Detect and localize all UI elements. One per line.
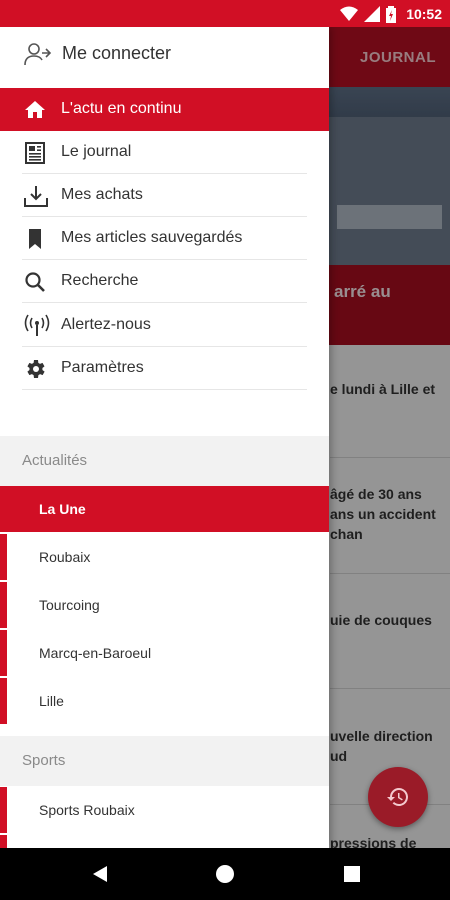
broadcast-icon — [23, 314, 50, 338]
category-item-roubaix[interactable]: Roubaix — [0, 534, 329, 580]
menu-item-mes-achats[interactable]: Mes achats — [0, 174, 329, 217]
category-item-partial[interactable] — [0, 835, 329, 848]
menu-item-label: Mes articles sauvegardés — [61, 229, 243, 246]
menu-item-label: Paramètres — [61, 359, 144, 376]
history-fab[interactable] — [368, 767, 428, 827]
category-label: Sports Roubaix — [39, 802, 135, 818]
system-nav-bar — [0, 848, 450, 900]
category-item-la-une[interactable]: La Une — [0, 486, 329, 532]
recents-button[interactable] — [340, 862, 364, 886]
menu-item-label: Le journal — [61, 143, 132, 160]
category-marker — [0, 582, 7, 628]
gear-icon — [23, 357, 49, 381]
menu-item-articles-sauvegardes[interactable]: Mes articles sauvegardés — [0, 217, 329, 260]
section-header-actualites: Actualités — [0, 436, 329, 486]
category-label: Roubaix — [39, 549, 91, 565]
bookmark-icon — [23, 227, 49, 251]
menu-item-label: Recherche — [61, 272, 139, 289]
home-button[interactable] — [213, 862, 237, 886]
divider — [22, 389, 307, 390]
history-icon — [387, 788, 408, 806]
category-item-marcq-en-baroeul[interactable]: Marcq-en-Baroeul — [0, 630, 329, 676]
user-login-icon — [24, 41, 52, 72]
home-icon — [23, 98, 49, 122]
home-circle-icon — [216, 865, 234, 883]
menu-item-actu-en-continu[interactable]: L'actu en continu — [0, 88, 329, 131]
category-item-sports-roubaix[interactable]: Sports Roubaix — [0, 787, 329, 833]
category-label: La Une — [39, 501, 86, 517]
menu-item-le-journal[interactable]: Le journal — [0, 131, 329, 174]
section-title: Sports — [22, 752, 66, 769]
recents-icon — [344, 866, 360, 882]
category-label: Tourcoing — [39, 597, 100, 613]
menu-item-label: Alertez-nous — [61, 316, 151, 333]
category-marker — [0, 678, 7, 724]
menu-item-parametres[interactable]: Paramètres — [0, 347, 329, 390]
menu-item-label: Mes achats — [61, 186, 143, 203]
category-item-lille[interactable]: Lille — [0, 678, 329, 724]
download-icon — [23, 184, 49, 208]
category-marker — [0, 534, 7, 580]
category-label: Marcq-en-Baroeul — [39, 645, 152, 661]
menu-item-recherche[interactable]: Recherche — [0, 260, 329, 303]
signal-icon — [364, 6, 381, 22]
battery-icon — [386, 5, 397, 23]
login-row[interactable]: Me connecter — [0, 27, 329, 87]
category-label: Lille — [39, 693, 64, 709]
menu-item-alertez-nous[interactable]: Alertez-nous — [0, 304, 329, 347]
category-item-tourcoing[interactable]: Tourcoing — [0, 582, 329, 628]
divider — [22, 302, 307, 303]
newspaper-icon — [23, 141, 49, 165]
navigation-drawer: Me connecter L'actu en continu Le journa… — [0, 27, 329, 848]
search-icon — [23, 270, 49, 294]
wifi-icon — [340, 6, 359, 21]
section-header-sports: Sports — [0, 736, 329, 786]
category-marker — [0, 835, 7, 848]
category-marker — [0, 787, 7, 833]
back-icon — [93, 866, 107, 882]
category-marker — [0, 630, 7, 676]
back-button[interactable] — [88, 862, 112, 886]
menu-item-label: L'actu en continu — [61, 100, 182, 117]
status-time: 10:52 — [406, 6, 442, 22]
section-title: Actualités — [22, 452, 88, 469]
status-bar: 10:52 — [0, 0, 450, 27]
login-label: Me connecter — [62, 43, 172, 63]
